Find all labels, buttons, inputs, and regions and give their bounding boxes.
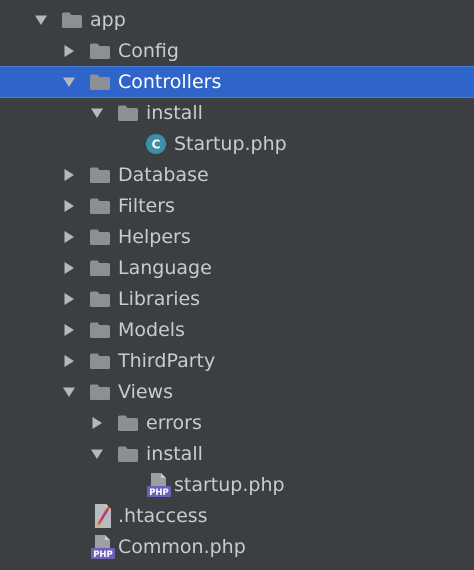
chevron-down-icon[interactable] bbox=[89, 98, 105, 128]
folder-icon bbox=[88, 346, 112, 376]
folder-icon bbox=[88, 284, 112, 314]
htaccess-file-icon bbox=[91, 501, 115, 531]
tree-row-install[interactable]: install bbox=[0, 98, 474, 128]
folder-icon bbox=[88, 160, 112, 190]
tree-row-label: Controllers bbox=[118, 71, 222, 93]
tree-row-controllers[interactable]: Controllers bbox=[0, 66, 474, 98]
tree-row-label: Config bbox=[118, 40, 179, 62]
tree-row-label: app bbox=[90, 9, 126, 31]
tree-row-label: ThirdParty bbox=[118, 350, 216, 372]
tree-row-database[interactable]: Database bbox=[0, 160, 474, 190]
tree-row-filters[interactable]: Filters bbox=[0, 191, 474, 221]
tree-row-htaccess[interactable]: .htaccess bbox=[0, 501, 474, 531]
folder-icon bbox=[88, 377, 112, 407]
chevron-right-icon[interactable] bbox=[61, 160, 77, 190]
chevron-right-icon[interactable] bbox=[89, 408, 105, 438]
tree-row-label: startup.php bbox=[174, 474, 285, 496]
tree-row-libraries[interactable]: Libraries bbox=[0, 284, 474, 314]
tree-row-label: .htaccess bbox=[118, 505, 208, 527]
chevron-right-icon[interactable] bbox=[61, 253, 77, 283]
tree-row-label: install bbox=[146, 443, 203, 465]
folder-icon bbox=[116, 98, 140, 128]
chevron-right-icon[interactable] bbox=[61, 222, 77, 252]
tree-row-label: Common.php bbox=[118, 536, 246, 558]
tree-row-label: install bbox=[146, 102, 203, 124]
folder-icon bbox=[88, 36, 112, 66]
tree-row-language[interactable]: Language bbox=[0, 253, 474, 283]
tree-row-errors[interactable]: errors bbox=[0, 408, 474, 438]
chevron-down-icon[interactable] bbox=[33, 5, 49, 35]
tree-row-install[interactable]: install bbox=[0, 439, 474, 469]
chevron-down-icon[interactable] bbox=[61, 67, 77, 97]
folder-icon bbox=[88, 253, 112, 283]
tree-row-label: Database bbox=[118, 164, 209, 186]
svg-text:PHP: PHP bbox=[93, 550, 113, 560]
tree-row-models[interactable]: Models bbox=[0, 315, 474, 345]
tree-row-label: Startup.php bbox=[174, 133, 287, 155]
chevron-right-icon[interactable] bbox=[61, 346, 77, 376]
svg-text:C: C bbox=[152, 138, 161, 152]
folder-icon bbox=[88, 191, 112, 221]
tree-row-common-php[interactable]: PHP Common.php bbox=[0, 532, 474, 562]
folder-icon bbox=[88, 222, 112, 252]
tree-row-label: Helpers bbox=[118, 226, 191, 248]
tree-row-startup-php[interactable]: PHP startup.php bbox=[0, 470, 474, 500]
folder-icon bbox=[60, 5, 84, 35]
svg-text:PHP: PHP bbox=[149, 488, 169, 498]
chevron-right-icon[interactable] bbox=[61, 315, 77, 345]
project-tree: app Config Controllers install C Startup.php D… bbox=[0, 0, 474, 570]
tree-row-thirdparty[interactable]: ThirdParty bbox=[0, 346, 474, 376]
php-file-icon: PHP bbox=[146, 470, 172, 500]
chevron-right-icon[interactable] bbox=[61, 191, 77, 221]
folder-icon bbox=[116, 439, 140, 469]
tree-row-app[interactable]: app bbox=[0, 5, 474, 35]
tree-row-label: Views bbox=[118, 381, 173, 403]
chevron-right-icon[interactable] bbox=[61, 284, 77, 314]
chevron-down-icon[interactable] bbox=[89, 439, 105, 469]
folder-icon bbox=[88, 315, 112, 345]
folder-icon bbox=[88, 67, 112, 97]
tree-row-config[interactable]: Config bbox=[0, 36, 474, 66]
tree-row-label: Libraries bbox=[118, 288, 201, 310]
chevron-down-icon[interactable] bbox=[61, 377, 77, 407]
tree-row-startup-php[interactable]: C Startup.php bbox=[0, 129, 474, 159]
php-file-icon: PHP bbox=[90, 532, 116, 562]
tree-row-label: Models bbox=[118, 319, 185, 341]
chevron-right-icon[interactable] bbox=[61, 36, 77, 66]
tree-row-views[interactable]: Views bbox=[0, 377, 474, 407]
tree-row-helpers[interactable]: Helpers bbox=[0, 222, 474, 252]
tree-row-label: Filters bbox=[118, 195, 175, 217]
tree-row-label: errors bbox=[146, 412, 202, 434]
tree-row-label: Language bbox=[118, 257, 212, 279]
php-class-icon: C bbox=[144, 129, 168, 159]
folder-icon bbox=[116, 408, 140, 438]
